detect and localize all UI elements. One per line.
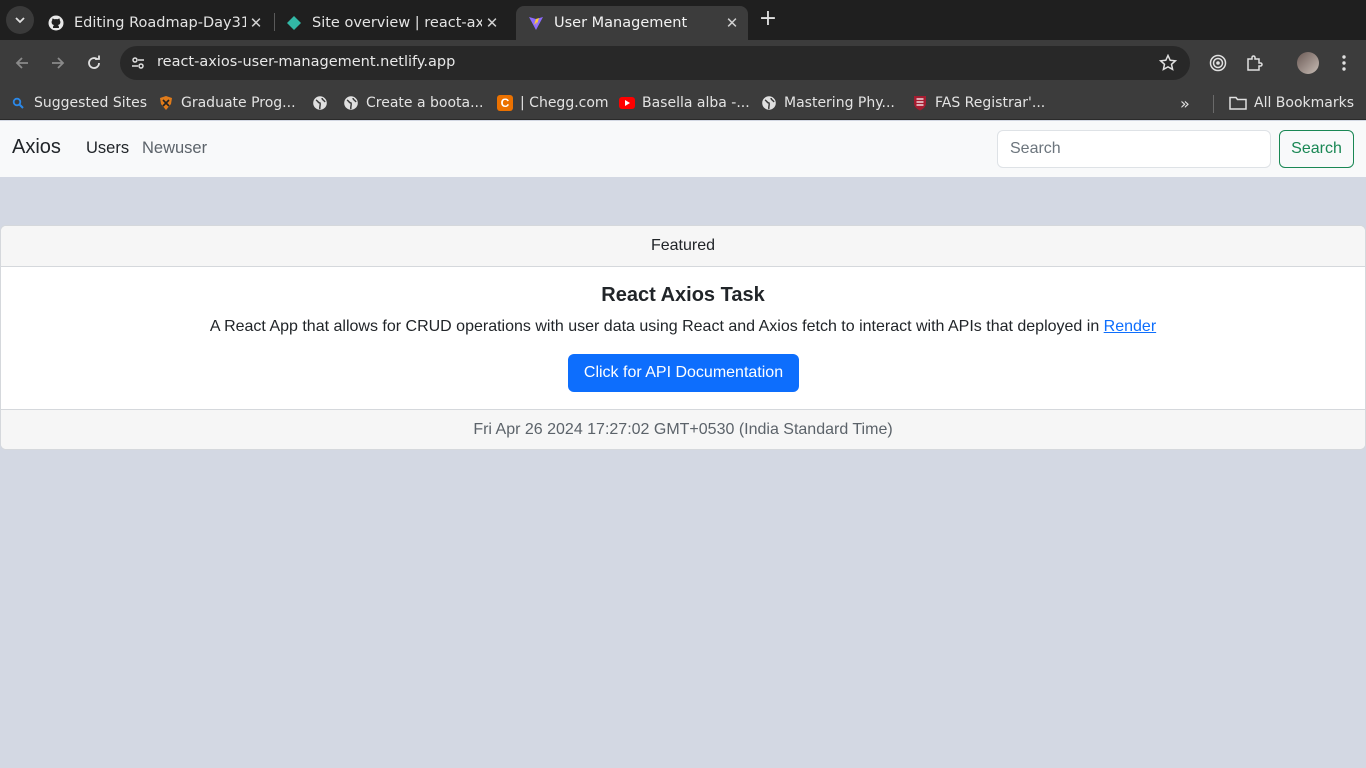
bookmarks-separator xyxy=(1213,95,1214,113)
back-button[interactable] xyxy=(10,51,34,75)
card-header: Featured xyxy=(1,226,1365,267)
nav-link-newuser[interactable]: Newuser xyxy=(142,139,207,158)
bookmark-mastering-physics[interactable]: Mastering Phy... xyxy=(761,92,895,114)
bookmark-star-icon[interactable] xyxy=(1158,53,1178,73)
harvard-shield-icon xyxy=(912,95,928,111)
bookmark-label: Basella alba -... xyxy=(642,95,750,111)
vite-icon xyxy=(528,15,544,31)
tab-title: User Management xyxy=(554,15,688,31)
bookmark-label: Graduate Prog... xyxy=(181,95,296,111)
browser-tab-netlify[interactable]: Site overview | react-axios ✕ xyxy=(274,6,508,40)
search-input[interactable] xyxy=(997,130,1271,168)
netlify-icon xyxy=(286,15,302,31)
featured-card: Featured React Axios Task A React App th… xyxy=(0,225,1366,450)
bookmark-fas-registrar[interactable]: FAS Registrar'... xyxy=(912,92,1045,114)
search-icon xyxy=(12,95,24,111)
extensions-puzzle-icon[interactable] xyxy=(1243,52,1265,74)
navbar-brand[interactable]: Axios xyxy=(12,136,61,159)
browser-tab-github[interactable]: Editing Roadmap-Day31- ✕ xyxy=(36,6,272,40)
all-bookmarks-label: All Bookmarks xyxy=(1254,95,1355,111)
close-tab-icon[interactable]: ✕ xyxy=(246,14,266,32)
bookmark-basella-alba[interactable]: Basella alba -... xyxy=(619,92,750,114)
bookmark-label: Suggested Sites xyxy=(34,95,148,111)
card-description: A React App that allows for CRUD operati… xyxy=(209,318,1100,335)
university-crest-icon xyxy=(158,95,174,111)
globe-icon xyxy=(761,95,777,111)
reload-button[interactable] xyxy=(82,51,106,75)
forward-button[interactable] xyxy=(46,51,70,75)
close-tab-icon[interactable]: ✕ xyxy=(482,14,502,32)
search-button[interactable]: Search xyxy=(1279,130,1354,168)
bookmark-label: | Chegg.com xyxy=(520,95,609,111)
app-navbar: Axios Users Newuser Search xyxy=(0,121,1366,177)
extension-target-icon[interactable] xyxy=(1207,52,1229,74)
browser-toolbar: react-axios-user-management.netlify.app xyxy=(0,40,1366,86)
youtube-icon xyxy=(619,95,635,111)
tab-title: Editing Roadmap-Day31- xyxy=(74,15,246,31)
globe-icon xyxy=(312,95,328,111)
bookmarks-overflow-chevron-icon[interactable]: » xyxy=(1180,94,1190,113)
bookmark-globe[interactable] xyxy=(312,92,335,114)
github-icon xyxy=(48,15,64,31)
arrow-right-icon xyxy=(52,57,65,69)
card-text: A React App that allows for CRUD operati… xyxy=(1,318,1365,336)
bookmark-label: FAS Registrar'... xyxy=(935,95,1046,111)
card-footer-timestamp: Fri Apr 26 2024 17:27:02 GMT+0530 (India… xyxy=(1,409,1365,449)
render-link[interactable]: Render xyxy=(1104,318,1156,335)
folder-icon xyxy=(1229,95,1247,111)
browser-tabstrip: Editing Roadmap-Day31- ✕ Site overview |… xyxy=(0,0,1366,40)
reload-icon xyxy=(88,55,100,69)
chevron-down-icon xyxy=(15,17,25,24)
chegg-icon: C xyxy=(497,95,513,111)
card-title: React Axios Task xyxy=(601,284,765,306)
page-content: Axios Users Newuser Search Featured Reac… xyxy=(0,121,1366,768)
kebab-menu-icon[interactable] xyxy=(1333,52,1355,74)
site-settings-icon[interactable] xyxy=(128,53,148,73)
card-body: React Axios Task A React App that allows… xyxy=(1,267,1365,409)
bookmarks-bar: Suggested Sites Graduate Prog... Create … xyxy=(0,86,1366,120)
nav-link-users[interactable]: Users xyxy=(86,139,129,158)
bookmark-label: Mastering Phy... xyxy=(784,95,895,111)
all-bookmarks-button[interactable]: All Bookmarks xyxy=(1229,92,1354,114)
new-tab-button[interactable]: + xyxy=(756,8,780,32)
bookmark-label: Create a boota... xyxy=(366,95,484,111)
bookmark-graduate-prog[interactable]: Graduate Prog... xyxy=(158,92,296,114)
url-text: react-axios-user-management.netlify.app xyxy=(157,54,456,70)
profile-avatar[interactable] xyxy=(1297,52,1319,74)
close-tab-icon[interactable]: ✕ xyxy=(722,14,742,32)
bookmark-chegg[interactable]: C | Chegg.com xyxy=(497,92,609,114)
tab-title: Site overview | react-axios xyxy=(312,15,482,31)
address-bar[interactable]: react-axios-user-management.netlify.app xyxy=(120,46,1190,80)
api-documentation-button[interactable]: Click for API Documentation xyxy=(568,354,799,392)
bookmark-suggested-sites[interactable]: Suggested Sites xyxy=(12,92,147,114)
arrow-left-icon xyxy=(15,57,28,69)
bookmark-create-bootcamp[interactable]: Create a boota... xyxy=(343,92,483,114)
globe-icon xyxy=(343,95,359,111)
browser-tab-user-management[interactable]: User Management ✕ xyxy=(516,6,748,40)
tab-search-button[interactable] xyxy=(6,6,34,34)
plus-icon: + xyxy=(758,6,778,31)
